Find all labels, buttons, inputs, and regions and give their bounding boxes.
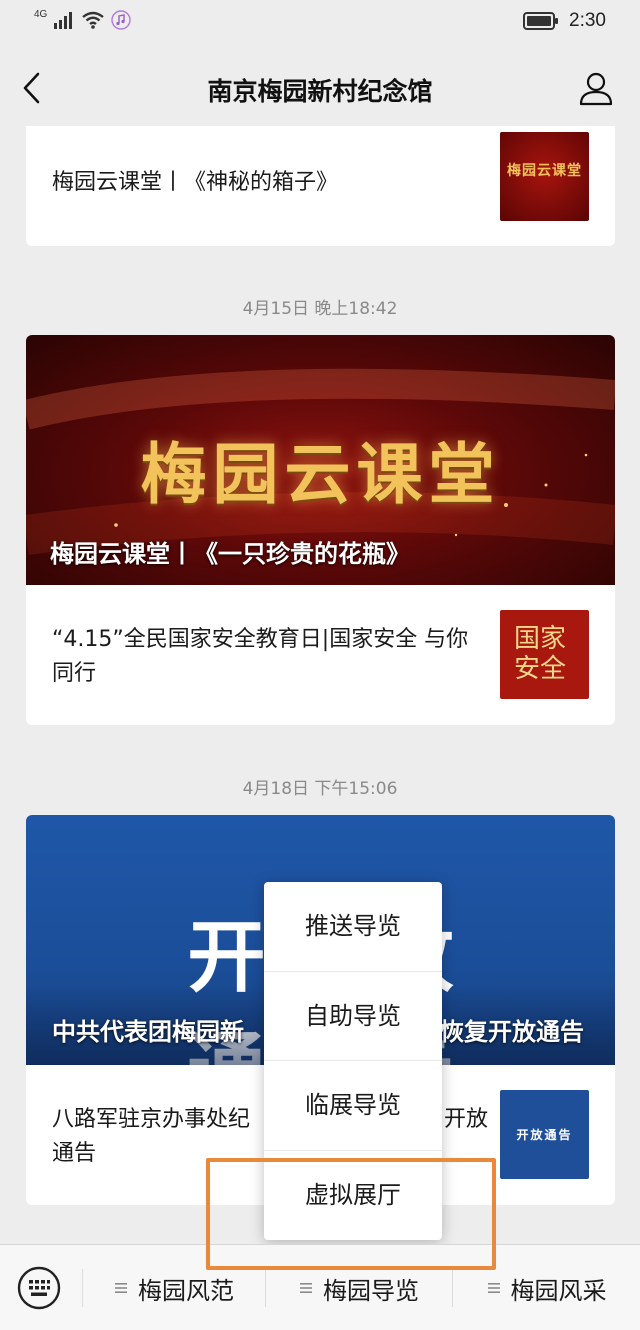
article-title: 八路军驻京办事处纪 <box>52 1107 251 1132</box>
article-banner[interactable]: 梅园云课堂 梅园云课堂丨《一只珍贵的花瓶》 <box>26 335 615 585</box>
menu-tab-label: 梅园风范 <box>138 1276 234 1305</box>
menu-tab-meiyuan-fengcai[interactable]: 梅园风采 <box>453 1245 640 1330</box>
status-left: 4G <box>34 8 132 30</box>
article-title: 开放 <box>444 1107 489 1132</box>
bottom-menu-bar: 梅园风范 梅园导览 梅园风采 <box>0 1244 640 1330</box>
banner-caption: 梅园云课堂丨《一只珍贵的花瓶》 <box>50 540 410 568</box>
nav-bar: 南京梅园新村纪念馆 <box>0 50 640 126</box>
menu-item-self-tour[interactable]: 自助导览 <box>264 972 442 1061</box>
banner-caption: 恢复开放通告 <box>440 1018 584 1046</box>
menu-tab-label: 梅园风采 <box>510 1276 607 1305</box>
page-title: 南京梅园新村纪念馆 <box>207 77 433 106</box>
status-bar: 4G 2:30 <box>0 0 640 50</box>
article-card-1[interactable]: 梅园云课堂 梅园云课堂丨《一只珍贵的花瓶》 “4.15”全民国家安全教育日|国家… <box>26 335 615 725</box>
signal-icon <box>54 12 73 29</box>
menu-lines-icon <box>300 1283 312 1293</box>
article-card-0[interactable]: 梅园云课堂丨《神秘的箱子》 梅园云课堂 <box>26 126 615 246</box>
battery-icon <box>523 12 559 30</box>
article-thumbnail: 开放通告 <box>500 1090 589 1179</box>
thumbnail-text: 开放通告 <box>516 1128 573 1142</box>
clock: 2:30 <box>569 10 606 31</box>
keyboard-toggle-button[interactable] <box>16 1265 62 1311</box>
menu-item-virtual-hall[interactable]: 虚拟展厅 <box>264 1151 442 1241</box>
network-label: 4G <box>34 8 48 20</box>
menu-item-temp-exhibition-tour[interactable]: 临展导览 <box>264 1061 442 1151</box>
submenu-popup: 推送导览 自助导览 临展导览 虚拟展厅 <box>264 882 442 1240</box>
music-icon <box>111 10 132 30</box>
banner-caption: 中共代表团梅园新 <box>52 1018 244 1046</box>
timestamp: 4月18日 下午15:06 <box>242 779 398 799</box>
list-item[interactable]: “4.15”全民国家安全教育日|国家安全 与你同行 国家安全 <box>26 585 615 725</box>
menu-lines-icon <box>487 1283 500 1293</box>
thumbnail-text: 国家安全 <box>514 624 567 684</box>
menu-lines-icon <box>115 1283 127 1293</box>
status-right: 2:30 <box>523 10 606 32</box>
article-title: 梅园云课堂丨《神秘的箱子》 <box>52 170 339 195</box>
article-title: “4.15”全民国家安全教育日|国家安全 与你同行 <box>52 627 469 686</box>
list-item[interactable]: 梅园云课堂丨《神秘的箱子》 梅园云课堂 <box>26 126 615 246</box>
article-thumbnail: 国家安全 <box>500 610 589 699</box>
banner-title: 梅园云课堂 <box>140 435 501 513</box>
article-title: 通告 <box>52 1141 97 1166</box>
wifi-icon <box>82 11 105 29</box>
profile-button[interactable] <box>576 68 616 108</box>
keyboard-icon <box>17 1266 61 1310</box>
menu-item-push-tour[interactable]: 推送导览 <box>264 882 442 972</box>
menu-tab-meiyuan-daolan[interactable]: 梅园导览 <box>266 1245 452 1330</box>
menu-tab-meiyuan-fengfan[interactable]: 梅园风范 <box>83 1245 265 1330</box>
person-icon <box>579 72 613 106</box>
article-thumbnail: 梅园云课堂 <box>500 132 589 221</box>
menu-tab-label: 梅园导览 <box>323 1276 419 1305</box>
timestamp: 4月15日 晚上18:42 <box>242 299 398 319</box>
thumbnail-text: 梅园云课堂 <box>507 163 582 179</box>
